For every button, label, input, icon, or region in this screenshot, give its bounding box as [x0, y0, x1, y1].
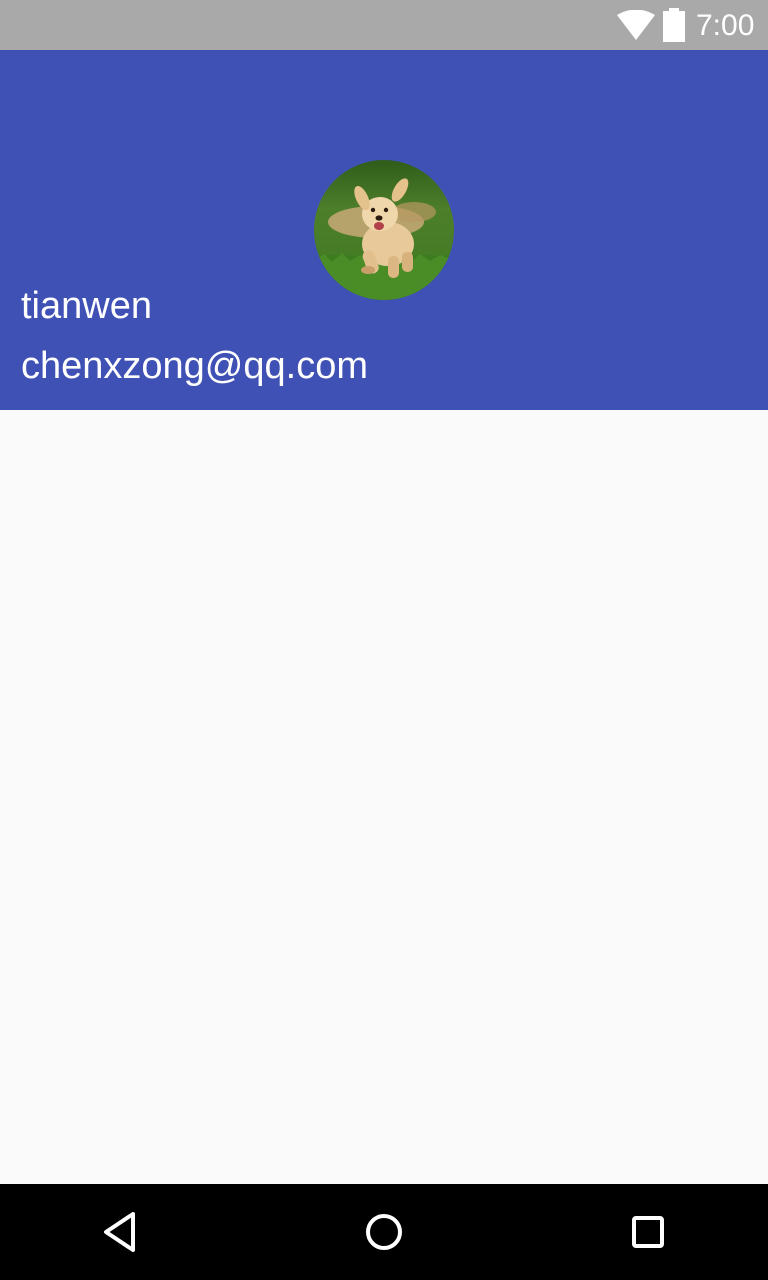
drawer-content-area — [0, 410, 768, 1184]
battery-icon — [663, 8, 685, 42]
home-circle-icon — [366, 1214, 402, 1250]
user-email: chenxzong@qq.com — [21, 345, 368, 387]
recents-square-icon — [632, 1216, 664, 1248]
app-screen: 7:00 tianwen chenxzong@qq.com — [0, 0, 768, 1280]
status-bar: 7:00 — [0, 0, 768, 50]
status-clock: 7:00 — [696, 9, 755, 42]
nav-recents-button[interactable] — [618, 1202, 678, 1262]
system-navigation-bar — [0, 1184, 768, 1280]
dog-photo-avatar — [314, 160, 454, 300]
nav-home-button[interactable] — [354, 1202, 414, 1262]
user-name: tianwen — [21, 285, 152, 327]
nav-drawer-header: tianwen chenxzong@qq.com — [0, 50, 768, 410]
wifi-icon — [617, 10, 655, 40]
back-triangle-icon — [104, 1212, 135, 1252]
nav-back-button[interactable] — [90, 1202, 150, 1262]
profile-avatar[interactable] — [314, 160, 454, 300]
